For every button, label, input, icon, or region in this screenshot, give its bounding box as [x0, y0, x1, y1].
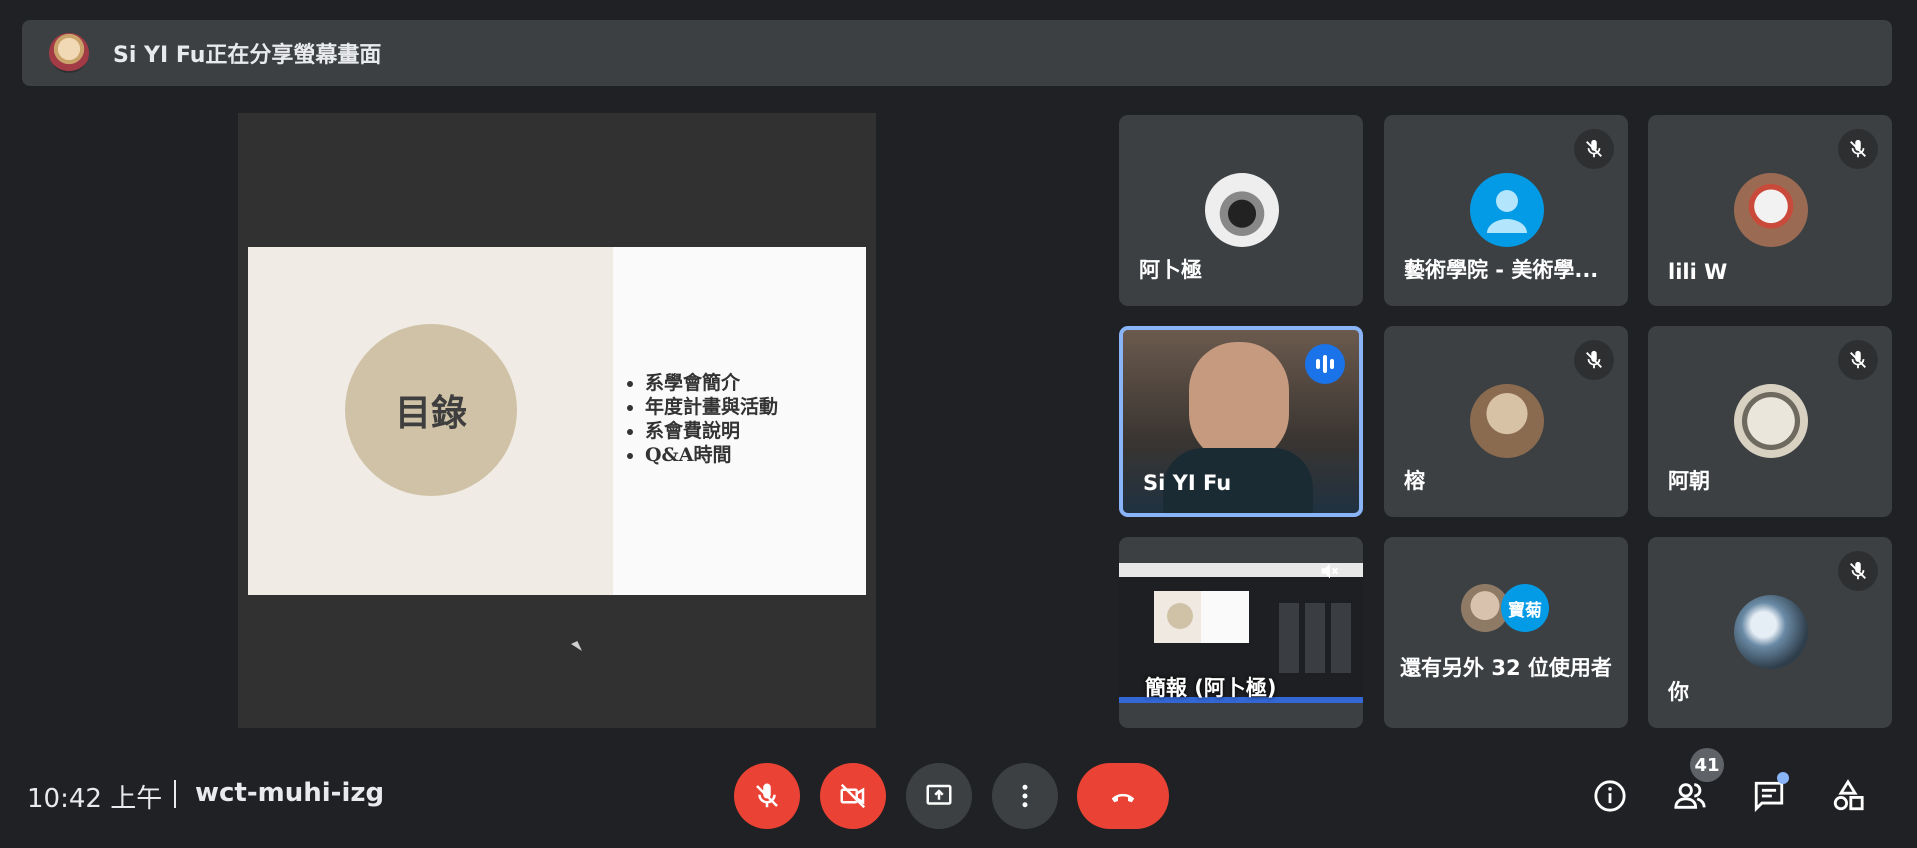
participant-avatar [1205, 173, 1279, 247]
presentation-slide: 目錄 系學會簡介 年度計畫與活動 系會費說明 Q&A時間 [248, 247, 866, 595]
participant-avatar [1734, 173, 1808, 247]
slide-list-item: 系會費說明 [645, 419, 778, 443]
others-count: 還有另外 32 位使用者 [1400, 656, 1612, 680]
presentation-banner-text: Si YI Fu正在分享螢幕畫面 [113, 43, 382, 68]
presenter-avatar [49, 33, 89, 73]
participants-count-badge: 41 [1690, 748, 1724, 782]
participant-avatar [1470, 384, 1544, 458]
camera-toggle-button[interactable] [820, 763, 886, 829]
others-tile[interactable]: 寶菊 還有另外 32 位使用者 [1384, 537, 1628, 728]
chat-notification-dot [1777, 772, 1789, 784]
participant-avatar [1470, 173, 1544, 247]
current-time: 10:42 上午 [27, 784, 163, 814]
mic-off-icon [1838, 129, 1878, 169]
people-icon [1674, 783, 1706, 809]
speaker-off-icon [1309, 551, 1349, 591]
participant-avatar [1734, 384, 1808, 458]
present-screen-button[interactable] [906, 763, 972, 829]
camera-off-icon [840, 783, 866, 809]
slide-list-item: 年度計畫與活動 [645, 395, 778, 419]
info-icon [1594, 780, 1626, 812]
slide-title: 目錄 [345, 324, 517, 496]
mouse-cursor-icon [571, 641, 582, 654]
mic-off-icon [1574, 129, 1614, 169]
slide-list: 系學會簡介 年度計畫與活動 系會費說明 Q&A時間 [623, 371, 778, 467]
mic-off-icon [756, 783, 778, 808]
speaking-indicator-icon [1305, 344, 1345, 384]
participant-tile[interactable]: 榕 [1384, 326, 1628, 517]
participant-tile[interactable]: 阿朝 [1648, 326, 1892, 517]
participant-tile-speaking[interactable]: Si YI Fu [1119, 326, 1363, 517]
participant-name: Si YI Fu [1143, 471, 1232, 495]
self-tile[interactable]: 你 [1648, 537, 1892, 728]
hang-up-icon [1111, 793, 1135, 803]
slide-list-item: Q&A時間 [645, 443, 778, 467]
participant-avatar-label: 寶菊 [1501, 584, 1549, 632]
participant-name: 你 [1668, 680, 1689, 704]
meeting-code: wct-muhi-izg [195, 778, 385, 808]
presentation-tile[interactable]: 簡報 (阿卜極) [1119, 537, 1363, 728]
participant-name: 藝術學院 - 美術學... [1404, 258, 1599, 282]
participant-name: 阿卜極 [1139, 258, 1202, 282]
leave-call-button[interactable] [1077, 763, 1169, 829]
meeting-details-button[interactable] [1588, 774, 1632, 818]
shared-screen: 目錄 系學會簡介 年度計畫與活動 系會費說明 Q&A時間 [238, 113, 876, 728]
divider [174, 780, 176, 808]
participant-avatar [1734, 595, 1808, 669]
mic-off-icon [1838, 340, 1878, 380]
participant-tile[interactable]: 藝術學院 - 美術學... [1384, 115, 1628, 306]
activities-icon [1833, 779, 1864, 811]
present-screen-icon [926, 784, 952, 805]
mic-off-icon [1574, 340, 1614, 380]
presentation-banner: Si YI Fu正在分享螢幕畫面 [22, 20, 1892, 86]
participant-name: 簡報 (阿卜極) [1145, 676, 1277, 700]
participant-name: lili W [1668, 260, 1728, 284]
mic-off-icon [1838, 551, 1878, 591]
participant-name: 阿朝 [1668, 469, 1710, 493]
slide-list-item: 系學會簡介 [645, 371, 778, 395]
activities-button[interactable] [1826, 774, 1870, 818]
more-vert-icon [1022, 784, 1028, 808]
participant-name: 榕 [1404, 469, 1425, 493]
participant-tile[interactable]: 阿卜極 [1119, 115, 1363, 306]
chat-icon [1754, 781, 1784, 813]
mic-toggle-button[interactable] [734, 763, 800, 829]
more-options-button[interactable] [992, 763, 1058, 829]
participant-tile[interactable]: lili W [1648, 115, 1892, 306]
